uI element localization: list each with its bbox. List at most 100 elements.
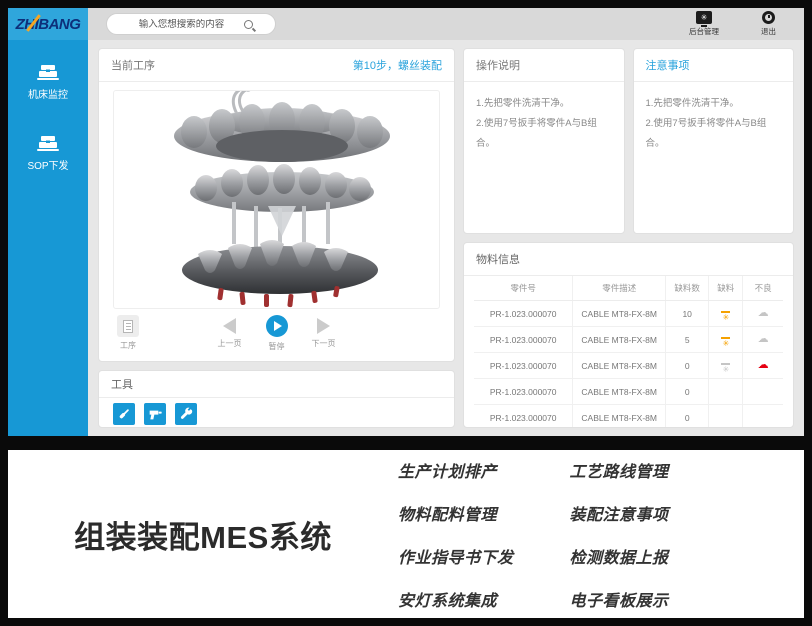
- feature-item: 检测数据上报: [570, 544, 669, 568]
- drill-icon: [144, 403, 166, 425]
- process-image: [113, 90, 440, 309]
- process-list-label: 工序: [120, 340, 136, 351]
- table-header-row: 零件号 零件描述 缺料数 缺料 不良: [474, 276, 783, 301]
- sidebar-item-machine-monitor[interactable]: 机床监控: [8, 64, 88, 101]
- tool-label: 扳手: [179, 426, 194, 428]
- feature-column-right: 工艺路线管理 装配注意事项 检测数据上报 电子看板展示: [570, 458, 669, 611]
- cell-part-no: PR-1.023.000070: [474, 405, 573, 429]
- topbar: ✳ 后台管理 退出: [88, 8, 804, 40]
- sidebar-item-label: 机床监控: [28, 86, 68, 101]
- cell-part-no: PR-1.023.000070: [474, 379, 573, 405]
- info-row: 操作说明 1.先把零件洗清干净。 2.使用7号扳手将零件A与B组合。 注意事项: [463, 48, 794, 234]
- note-line: 2.使用7号扳手将零件A与B组合。: [646, 114, 782, 154]
- defect-report-icon[interactable]: ☁: [758, 333, 769, 345]
- tool-screwdriver[interactable]: 起子: [113, 403, 135, 428]
- materials-table: 零件号 零件描述 缺料数 缺料 不良 PR-1.023.000070: [474, 276, 783, 428]
- feature-item: 生产计划排产: [398, 458, 514, 482]
- process-list-button[interactable]: 工序: [117, 315, 139, 351]
- cell-part-no: PR-1.023.000070: [474, 327, 573, 353]
- tool-label: 起子: [117, 426, 132, 428]
- footer-title: 组装装配MES系统: [8, 512, 398, 557]
- prev-icon: [223, 318, 236, 334]
- step-info: 第10步，螺丝装配: [353, 57, 442, 73]
- left-column: 当前工序 第10步，螺丝装配: [98, 48, 455, 428]
- feature-lists: 生产计划排产 物料配料管理 作业指导书下发 安灯系统集成 工艺路线管理 装配注意…: [398, 458, 669, 611]
- cell-shortage-qty: 0: [666, 405, 709, 429]
- sidebar-item-sop-dispatch[interactable]: SOP下发: [8, 135, 88, 172]
- exit-label: 退出: [761, 26, 776, 37]
- tool-drill[interactable]: 电钻: [144, 403, 166, 428]
- sidebar: ZHIBANG 机床监控: [8, 8, 88, 436]
- column-part-no: 零件号: [474, 276, 573, 301]
- cell-shortage-qty: 0: [666, 379, 709, 405]
- search-box[interactable]: [106, 13, 276, 35]
- defect-report-icon[interactable]: ☁: [758, 307, 769, 319]
- material-call-icon[interactable]: ✳: [721, 311, 730, 322]
- current-process-header: 当前工序 第10步，螺丝装配: [99, 49, 454, 82]
- cell-desc: CABLE MT8-FX-8M: [573, 301, 666, 327]
- app-window: ZHIBANG 机床监控: [8, 8, 804, 436]
- tools-row: 起子 电钻: [99, 398, 454, 428]
- prev-page-button[interactable]: 上一页: [218, 315, 242, 352]
- exit-button[interactable]: 退出: [761, 11, 776, 37]
- column-defect: 不良: [743, 276, 783, 301]
- cell-desc: CABLE MT8-FX-8M: [573, 405, 666, 429]
- defect-report-icon[interactable]: ☁: [758, 359, 769, 371]
- sidebar-nav: 机床监控 SOP下发: [8, 40, 88, 172]
- table-row: PR-1.023.000070 CABLE MT8-FX-8M 0 ✳ ☁: [474, 405, 783, 429]
- document-icon: [123, 320, 133, 333]
- instruction-line: 2.使用7号扳手将零件A与B组合。: [476, 114, 612, 154]
- column-desc: 零件描述: [573, 276, 666, 301]
- next-label: 下一页: [312, 338, 336, 349]
- footer-banner: 组装装配MES系统 生产计划排产 物料配料管理 作业指导书下发 安灯系统集成 工…: [8, 450, 804, 618]
- current-process-panel: 当前工序 第10步，螺丝装配: [98, 48, 455, 362]
- feature-item: 装配注意事项: [570, 501, 669, 525]
- admin-label: 后台管理: [689, 26, 719, 37]
- power-icon: [762, 11, 775, 24]
- search-icon[interactable]: [244, 20, 253, 29]
- cell-shortage-qty: 0: [666, 353, 709, 379]
- process-controls: 工序 上一页 暂停: [99, 313, 454, 361]
- material-call-icon[interactable]: ✳: [721, 337, 730, 348]
- next-page-button[interactable]: 下一页: [312, 315, 336, 352]
- admin-button[interactable]: ✳ 后台管理: [689, 11, 719, 37]
- page-frame: ZHIBANG 机床监控: [0, 0, 812, 626]
- table-row: PR-1.023.000070 CABLE MT8-FX-8M 0 ✳ ☁: [474, 353, 783, 379]
- instructions-title: 操作说明: [476, 57, 520, 73]
- pause-button[interactable]: 暂停: [266, 315, 288, 352]
- tools-header: 工具: [99, 371, 454, 398]
- tools-panel: 工具: [98, 370, 455, 428]
- tool-label: 电钻: [148, 426, 163, 428]
- instructions-panel: 操作说明 1.先把零件洗清干净。 2.使用7号扳手将零件A与B组合。: [463, 48, 625, 234]
- machine-monitor-icon: [36, 64, 60, 81]
- search-input[interactable]: [129, 19, 234, 30]
- feature-column-left: 生产计划排产 物料配料管理 作业指导书下发 安灯系统集成: [398, 458, 514, 611]
- admin-monitor-gear-icon: ✳: [696, 11, 712, 24]
- brand-logo: ZHIBANG: [8, 8, 88, 40]
- feature-item: 物料配料管理: [398, 501, 514, 525]
- cell-shortage-qty: 5: [666, 327, 709, 353]
- feature-item: 工艺路线管理: [570, 458, 669, 482]
- process-list-box: [117, 315, 139, 337]
- feature-item: 电子看板展示: [570, 587, 669, 611]
- notes-body: 1.先把零件洗清干净。 2.使用7号扳手将零件A与B组合。: [634, 82, 794, 166]
- instruction-line: 1.先把零件洗清干净。: [476, 94, 612, 114]
- play-pause-icon: [266, 315, 288, 337]
- note-line: 1.先把零件洗清干净。: [646, 94, 782, 114]
- cell-shortage-qty: 10: [666, 301, 709, 327]
- cell-part-no: PR-1.023.000070: [474, 353, 573, 379]
- pause-label: 暂停: [269, 341, 285, 352]
- tool-wrench[interactable]: 扳手: [175, 403, 197, 428]
- table-row: PR-1.023.000070 CABLE MT8-FX-8M 10 ✳ ☁: [474, 301, 783, 327]
- cell-part-no: PR-1.023.000070: [474, 301, 573, 327]
- assembly-illustration: [122, 90, 432, 309]
- material-call-icon[interactable]: ✳: [721, 363, 730, 374]
- table-row: PR-1.023.000070 CABLE MT8-FX-8M 0 ✳ ☁: [474, 379, 783, 405]
- right-column: 操作说明 1.先把零件洗清干净。 2.使用7号扳手将零件A与B组合。 注意事项: [463, 48, 794, 428]
- cell-desc: CABLE MT8-FX-8M: [573, 353, 666, 379]
- instructions-header: 操作说明: [464, 49, 624, 82]
- next-icon: [317, 318, 330, 334]
- current-process-title: 当前工序: [111, 57, 155, 73]
- instructions-body: 1.先把零件洗清干净。 2.使用7号扳手将零件A与B组合。: [464, 82, 624, 166]
- screwdriver-icon: [113, 403, 135, 425]
